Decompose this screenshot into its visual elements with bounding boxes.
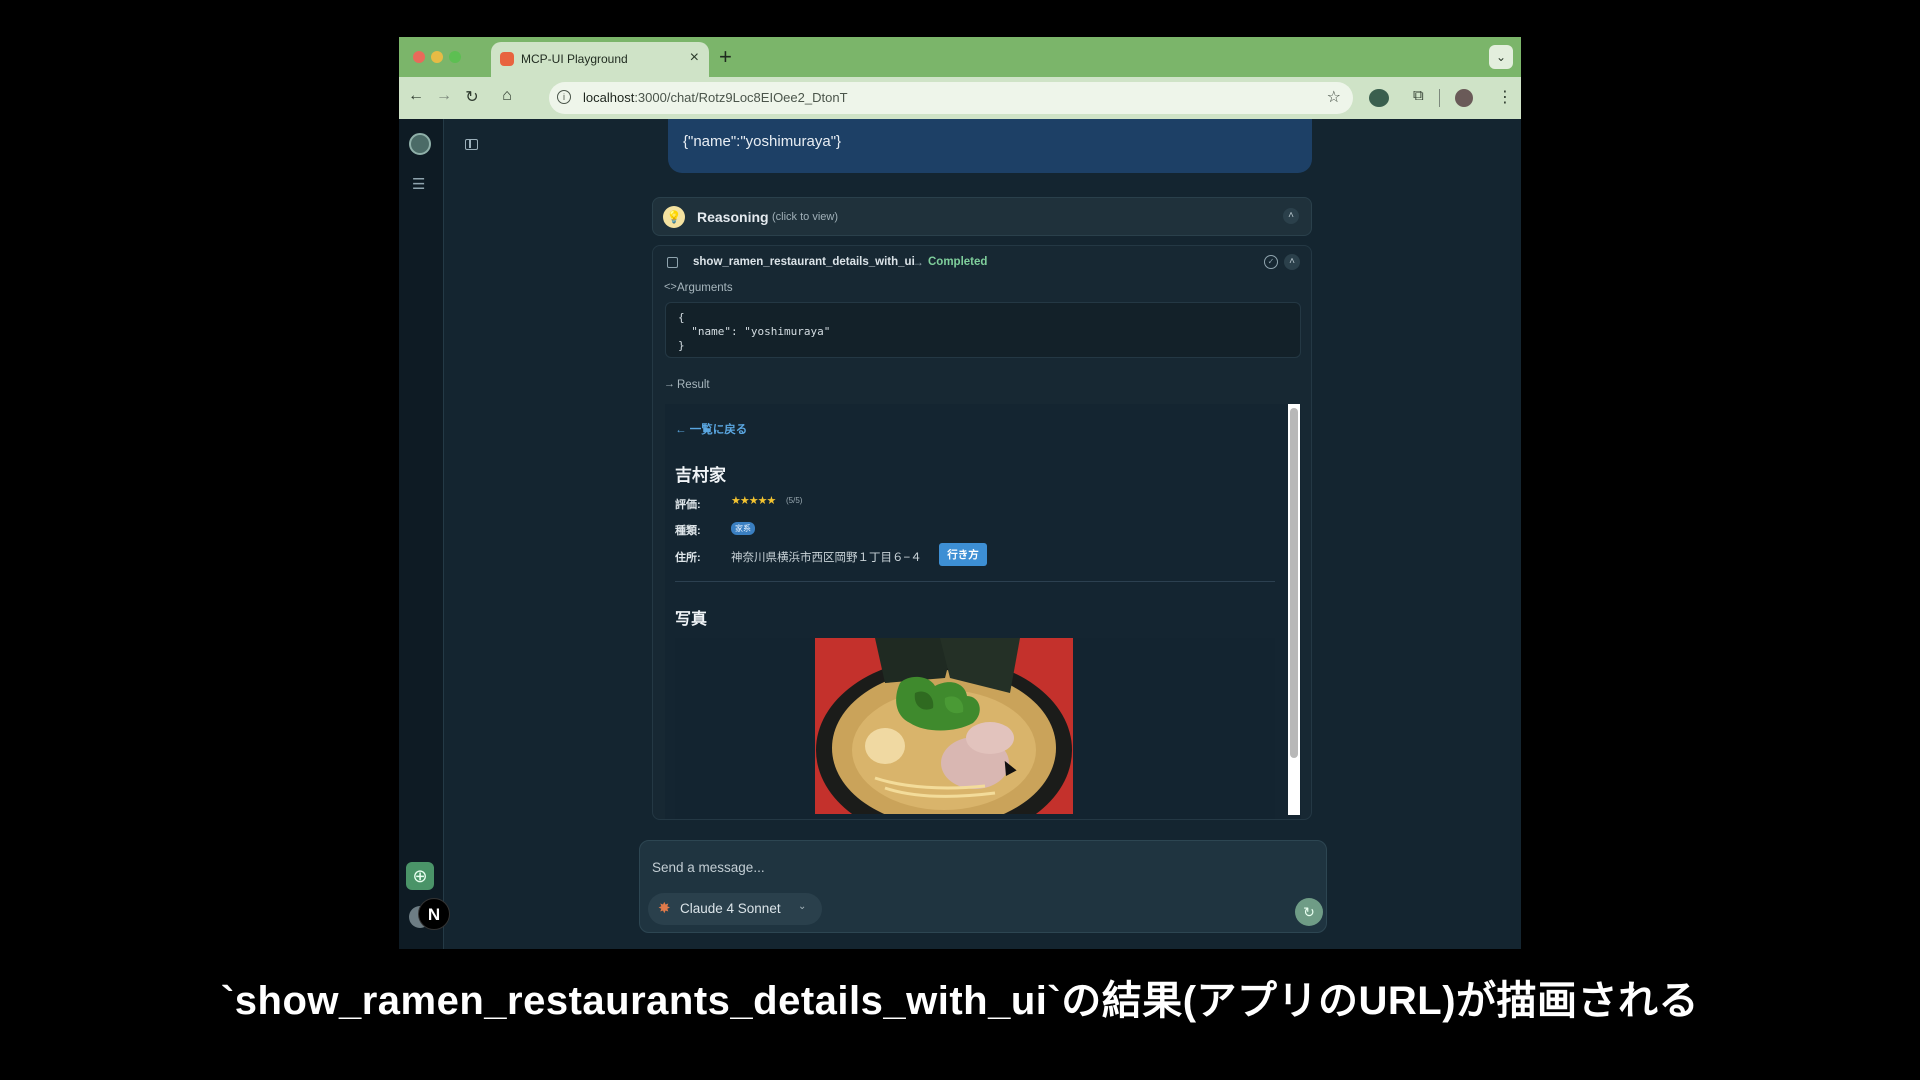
close-window-dot[interactable]	[413, 51, 425, 63]
photo-gallery	[675, 638, 1275, 819]
code-icon: <>	[664, 281, 677, 293]
ramen-photo[interactable]	[815, 638, 1073, 814]
type-badge: 家系	[731, 522, 755, 535]
toolbar-divider	[1439, 89, 1440, 107]
terminal-icon	[667, 257, 678, 268]
result-iframe: ← 一覧に戻る 吉村家 評価: ★★★★★ (5/5) 種類: 家系 住所: 神…	[665, 404, 1301, 819]
section-divider	[675, 581, 1275, 582]
lightbulb-icon: 💡	[663, 206, 685, 228]
tool-name: show_ramen_restaurant_details_with_ui	[693, 256, 915, 268]
reload-button[interactable]: ↻	[461, 87, 483, 107]
arrow-right-icon: →	[912, 255, 924, 269]
profile-avatar[interactable]	[1455, 89, 1473, 107]
url-text[interactable]: localhost:3000/chat/Rotz9Loc8EIOee2_Dton…	[583, 90, 848, 105]
back-button[interactable]: ←	[405, 87, 427, 105]
reasoning-hint: (click to view)	[772, 211, 839, 223]
sidebar-toggle-icon[interactable]	[465, 139, 478, 150]
browser-toolbar: ← → ↻ ⌂ i localhost:3000/chat/Rotz9Loc8E…	[399, 77, 1521, 119]
send-button[interactable]: ↻	[1295, 898, 1323, 926]
tool-collapse-icon[interactable]: ˄	[1284, 254, 1300, 270]
type-label: 種類:	[675, 525, 701, 537]
reasoning-panel[interactable]: 💡 Reasoning (click to view) ˄	[652, 197, 1312, 236]
tool-call-card: show_ramen_restaurant_details_with_ui → …	[652, 245, 1312, 820]
app-logo-icon[interactable]	[409, 133, 431, 155]
address-label: 住所:	[675, 552, 701, 564]
code-line: }	[678, 339, 685, 352]
forward-button[interactable]: →	[433, 87, 455, 105]
nextjs-badge-icon[interactable]: N	[418, 898, 450, 930]
tab-title: MCP-UI Playground	[521, 52, 628, 66]
minimize-window-dot[interactable]	[431, 51, 443, 63]
claude-spark-icon: ✸	[658, 900, 671, 917]
scrollbar-thumb[interactable]	[1290, 408, 1298, 758]
tool-status: Completed	[928, 256, 988, 268]
stack-icon[interactable]: ☰	[412, 175, 425, 193]
rating-stars: ★★★★★	[731, 495, 776, 507]
code-line: {	[678, 311, 685, 324]
arguments-label: Arguments	[677, 282, 733, 294]
arguments-code-block: { "name": "yoshimuraya" }	[665, 302, 1301, 358]
extensions-puzzle-icon[interactable]: ⧉	[1413, 87, 1424, 104]
browser-menu-icon[interactable]: ⋮	[1497, 87, 1513, 107]
chevron-up-icon[interactable]: ˄	[1283, 208, 1299, 224]
rating-label: 評価:	[675, 499, 701, 511]
back-to-list-link[interactable]: ← 一覧に戻る	[675, 421, 747, 437]
site-info-icon[interactable]: i	[557, 90, 571, 104]
message-input[interactable]	[650, 855, 1214, 879]
user-message-text: {"name":"yoshimuraya"}	[683, 133, 842, 150]
bookmark-star-icon[interactable]: ☆	[1327, 87, 1341, 107]
home-button[interactable]: ⌂	[496, 87, 518, 105]
sidebar: ☰ ⊕ N	[399, 119, 450, 949]
extension-icon[interactable]	[1369, 89, 1389, 107]
tab-active[interactable]: MCP-UI Playground ×	[491, 42, 709, 77]
model-selector[interactable]: ✸ Claude 4 Sonnet ⌄	[648, 893, 822, 925]
message-composer: ✸ Claude 4 Sonnet ⌄ ↻	[639, 840, 1327, 933]
result-arrow-icon: →	[664, 378, 675, 390]
restaurant-name: 吉村家	[675, 466, 726, 485]
code-line: "name": "yoshimuraya"	[678, 325, 831, 338]
new-chat-button[interactable]: ⊕	[406, 862, 434, 890]
directions-button[interactable]: 行き方	[939, 543, 987, 566]
model-label: Claude 4 Sonnet	[680, 901, 781, 916]
tab-bar: MCP-UI Playground × + ⌄	[399, 37, 1521, 77]
address-bar[interactable]: i localhost:3000/chat/Rotz9Loc8EIOee2_Dt…	[549, 82, 1353, 114]
user-message-bubble: {"name":"yoshimuraya"}	[668, 119, 1312, 173]
tab-search-button[interactable]: ⌄	[1489, 45, 1513, 69]
tab-close-icon[interactable]: ×	[690, 49, 699, 67]
browser-window: MCP-UI Playground × + ⌄ ← → ↻ ⌂ i localh…	[399, 37, 1521, 949]
ramen-photo-illustration	[815, 638, 1073, 814]
maximize-window-dot[interactable]	[449, 51, 461, 63]
app-area: ☰ ⊕ N {"name":"yoshimuraya"} 💡 Reasoning…	[399, 119, 1521, 949]
result-label: Result	[677, 379, 710, 391]
rating-note: (5/5)	[786, 496, 803, 505]
iframe-scrollbar[interactable]	[1288, 404, 1300, 815]
video-caption: `show_ramen_restaurants_details_with_ui`…	[220, 979, 1700, 1023]
favicon-icon	[500, 52, 514, 66]
check-circle-icon: ✓	[1264, 255, 1278, 269]
address-text: 神奈川県横浜市西区岡野１丁目６−４	[731, 552, 922, 564]
chevron-down-icon: ⌄	[798, 901, 807, 912]
new-tab-button[interactable]: +	[719, 43, 732, 71]
photo-heading: 写真	[675, 611, 708, 628]
reasoning-label: Reasoning	[697, 209, 769, 225]
